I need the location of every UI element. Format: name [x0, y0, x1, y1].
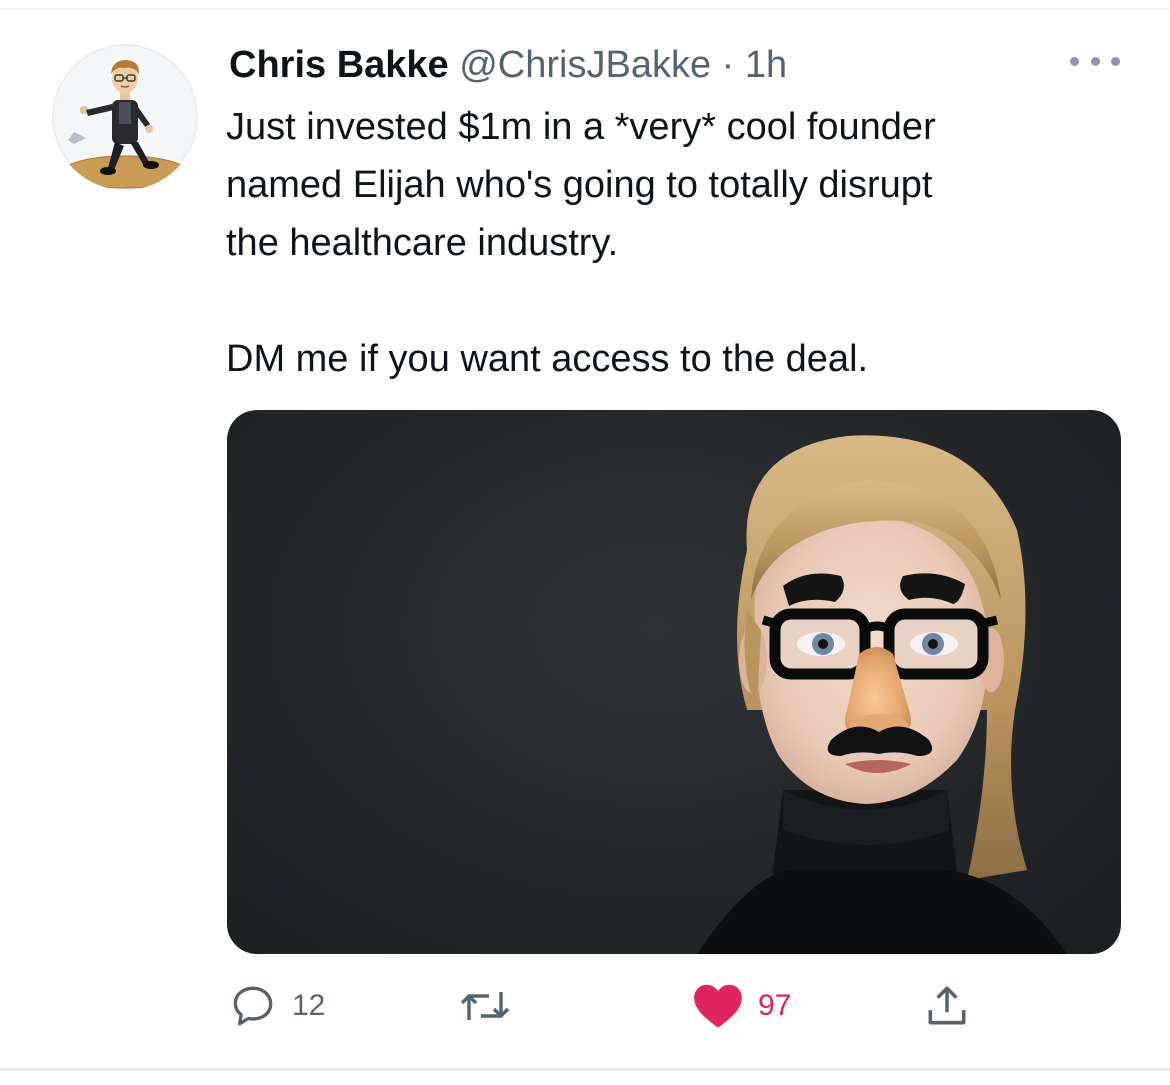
share-icon — [928, 986, 966, 1025]
author-avatar[interactable] — [52, 44, 198, 190]
share-button[interactable] — [922, 978, 972, 1034]
tweet-actions-bar: 12 97 — [0, 978, 1170, 1034]
tweet-timestamp[interactable]: 1h — [745, 44, 787, 86]
tweet-text-line: Just invested $1m in a *very* cool found… — [226, 106, 936, 148]
like-count: 97 — [758, 989, 792, 1022]
tweet-text: Just invested $1m in a *very* cool found… — [226, 98, 1126, 388]
tweet-header: Chris Bakke @ChrisJBakke · 1h — [229, 40, 787, 90]
retweet-button[interactable] — [457, 978, 527, 1034]
header-separator: · — [721, 44, 735, 86]
retweet-icon — [460, 992, 510, 1020]
more-options-button[interactable] — [1068, 46, 1122, 76]
like-button[interactable]: 97 — [692, 978, 791, 1034]
more-icon — [1070, 56, 1079, 66]
top-divider — [0, 8, 1170, 10]
reply-count: 12 — [292, 989, 326, 1022]
tweet-text-line: DM me if you want access to the deal. — [226, 338, 869, 380]
tweet-media-image[interactable] — [227, 410, 1121, 954]
author-handle[interactable]: @ChrisJBakke — [459, 44, 711, 86]
like-icon — [694, 984, 742, 1028]
avatar-bitmoji-icon — [62, 60, 188, 189]
tweet-text-line: the healthcare industry. — [226, 222, 619, 264]
reply-icon — [233, 986, 273, 1026]
reply-button[interactable]: 12 — [228, 978, 325, 1034]
portrait-photo — [697, 435, 1067, 954]
author-name[interactable]: Chris Bakke — [229, 44, 449, 86]
tweet-text-line: named Elijah who's going to totally disr… — [226, 164, 933, 206]
bottom-divider — [0, 1068, 1170, 1071]
